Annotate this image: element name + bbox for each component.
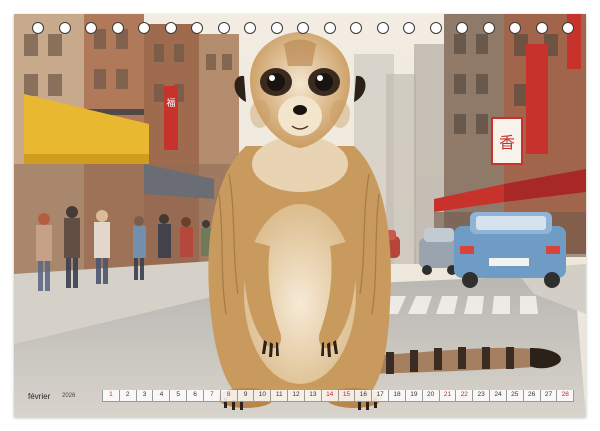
day-cell: 8 — [220, 390, 238, 402]
day-cell: 19 — [405, 390, 423, 402]
day-cell: 22 — [456, 390, 474, 402]
day-cell: 10 — [254, 390, 272, 402]
day-cell: 13 — [304, 390, 322, 402]
binding-ring — [32, 22, 44, 34]
binding-ring — [482, 22, 495, 34]
binding-ring — [509, 22, 521, 34]
binding-rings — [14, 22, 586, 36]
calendar-strip: février 2026 1 2 3 4 5 6 7 8 9 10 11 12 13 14 15 16 17 18… — [28, 389, 575, 403]
binding-ring — [164, 22, 177, 34]
binding-ring — [297, 22, 309, 34]
day-cell: 21 — [439, 390, 457, 402]
day-cell: 24 — [490, 390, 507, 402]
binding-ring — [191, 22, 203, 34]
day-cell: 25 — [506, 390, 524, 402]
binding-ring — [535, 22, 548, 34]
day-cell: 15 — [338, 390, 356, 402]
day-cell: 11 — [271, 390, 289, 402]
calendar-page: 福 香 février 2026 1 2 3 4 5 6 7 8 9 10 11… — [0, 0, 600, 431]
day-cell: 16 — [355, 390, 373, 402]
binding-ring — [323, 22, 336, 34]
binding-ring — [456, 22, 468, 34]
day-grid: 1 2 3 4 5 6 7 8 9 10 11 12 13 14 15 16 17 18 19 20 21 22 23 24 2… — [102, 390, 575, 402]
day-cell: 1 — [102, 390, 120, 402]
day-cell: 3 — [136, 390, 154, 402]
year-label: 2026 — [62, 393, 76, 399]
day-cell: 2 — [119, 390, 137, 402]
day-cell: 12 — [288, 390, 305, 402]
meerkat-street-illustration: 福 香 — [14, 14, 586, 417]
day-cell: 9 — [237, 390, 255, 402]
binding-ring — [562, 22, 574, 34]
day-cell: 6 — [187, 390, 204, 402]
day-cell: 23 — [473, 390, 491, 402]
binding-ring — [111, 22, 124, 34]
binding-ring — [350, 22, 362, 34]
day-cell: 7 — [203, 390, 221, 402]
day-cell: 26 — [523, 390, 541, 402]
binding-ring — [138, 22, 150, 34]
calendar-sheet: 福 香 — [14, 14, 586, 417]
binding-ring — [85, 22, 97, 34]
day-cell: 14 — [321, 390, 339, 402]
binding-ring — [376, 22, 389, 34]
day-cell: 27 — [540, 390, 558, 402]
day-cell: 20 — [422, 390, 440, 402]
car-grey — [419, 228, 459, 275]
car-blue — [454, 212, 566, 288]
binding-ring — [244, 22, 256, 34]
day-cell: 4 — [153, 390, 171, 402]
binding-ring — [58, 22, 71, 34]
binding-ring — [429, 22, 442, 34]
day-cell: 18 — [389, 390, 406, 402]
binding-ring — [270, 22, 283, 34]
svg-text:香: 香 — [499, 133, 515, 152]
month-label: février — [28, 391, 51, 401]
binding-ring — [403, 22, 415, 34]
day-cell: 17 — [372, 390, 390, 402]
day-cell: 5 — [170, 390, 188, 402]
binding-ring — [217, 22, 230, 34]
svg-text:福: 福 — [166, 97, 175, 109]
day-cell: 28 — [557, 390, 575, 402]
